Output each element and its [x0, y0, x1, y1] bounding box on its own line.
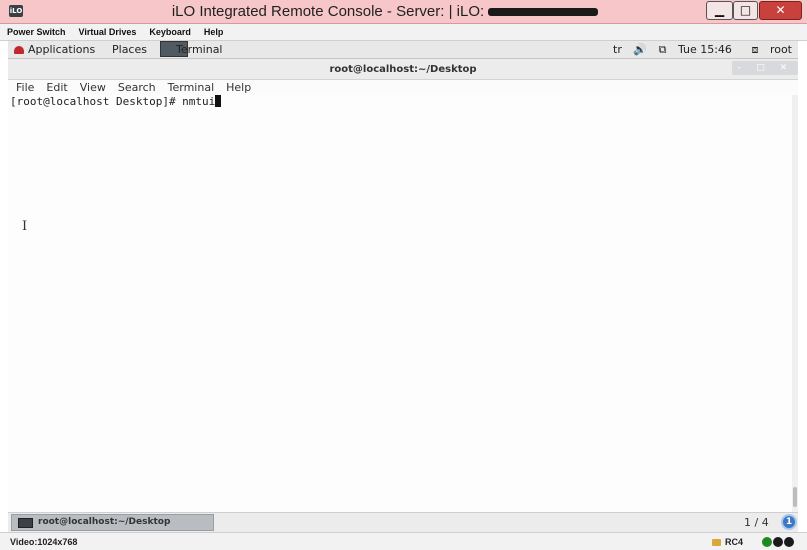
terminal-command-text: [root@localhost Desktop]# nmtui: [10, 95, 216, 108]
close-icon: ✕: [775, 3, 786, 17]
taskbar-window-item[interactable]: root@localhost:~/Desktop: [11, 514, 214, 531]
workspace-switcher[interactable]: 1 / 4: [744, 516, 769, 529]
gnome-bottom-panel: root@localhost:~/Desktop 1 / 4 1: [8, 512, 798, 532]
input-method-indicator[interactable]: tr: [613, 43, 622, 56]
terminal-menubar: File Edit View Search Terminal Help: [8, 80, 798, 95]
terminal-title: root@localhost:~/Desktop: [329, 64, 477, 75]
menu-help[interactable]: Help: [197, 24, 230, 37]
maximize-button[interactable]: □: [733, 1, 758, 20]
terminal-scrollbar[interactable]: [792, 95, 798, 512]
encryption-label: RC4: [725, 537, 744, 547]
places-menu[interactable]: Places: [112, 43, 147, 56]
terminal-menu-file[interactable]: File: [8, 80, 38, 94]
menu-keyboard[interactable]: Keyboard: [142, 24, 197, 37]
ilo-menubar: Power Switch Virtual Drives Keyboard Hel…: [0, 24, 807, 41]
maximize-icon: □: [739, 3, 752, 17]
video-resolution: Video:1024x768: [10, 537, 78, 547]
network-icon[interactable]: ⧉: [659, 43, 667, 56]
ilo-status-bar: Video:1024x768 RC4: [0, 532, 807, 550]
terminal-launcher-label: Terminal: [176, 43, 223, 56]
terminal-menu-search[interactable]: Search: [110, 80, 160, 94]
status-dot-icon: [762, 537, 772, 547]
ibeam-cursor-icon: I: [22, 219, 28, 234]
lock-icon: [712, 539, 721, 546]
notification-badge-icon[interactable]: 1: [781, 514, 797, 530]
taskbar-window-label: root@localhost:~/Desktop: [38, 517, 171, 527]
taskbar-terminal-launcher[interactable]: Terminal: [160, 41, 223, 59]
terminal-menu-help[interactable]: Help: [218, 80, 255, 94]
terminal-menu-terminal[interactable]: Terminal: [160, 80, 219, 94]
status-dot-icon: [784, 537, 794, 547]
encryption-status: RC4: [712, 537, 743, 547]
menu-power-switch[interactable]: Power Switch: [0, 24, 72, 37]
terminal-titlebar[interactable]: root@localhost:~/Desktop – □ ✕: [8, 59, 798, 80]
status-dot-icon: [773, 537, 783, 547]
terminal-output[interactable]: [root@localhost Desktop]# nmtui: [8, 95, 792, 512]
applications-menu[interactable]: Applications: [14, 43, 95, 56]
redacted-server-name: [488, 8, 599, 17]
scrollbar-thumb[interactable]: [793, 487, 797, 507]
user-name: root: [769, 43, 792, 56]
terminal-menu-edit[interactable]: Edit: [38, 80, 71, 94]
applications-label: Applications: [28, 43, 96, 56]
window-title-text: iLO Integrated Remote Console - Server: …: [171, 3, 485, 20]
window-titlebar[interactable]: iLO iLO Integrated Remote Console - Serv…: [0, 0, 807, 24]
redhat-icon: [14, 46, 24, 54]
text-cursor: [215, 95, 222, 107]
user-menu[interactable]: ⧈ root: [743, 43, 792, 56]
close-button[interactable]: ✕: [759, 1, 802, 20]
ilo-app-icon: iLO: [9, 5, 23, 17]
menu-virtual-drives[interactable]: Virtual Drives: [72, 24, 143, 37]
window-title: iLO Integrated Remote Console - Server: …: [150, 3, 620, 20]
minimize-icon: ▁: [714, 3, 725, 17]
terminal-prompt-line: [root@localhost Desktop]# nmtui: [10, 95, 222, 108]
gnome-top-panel: Applications Places Terminal tr 🔊 ⧉ Tue …: [8, 41, 798, 59]
status-indicators: [762, 537, 795, 550]
terminal-window-buttons[interactable]: – □ ✕: [732, 61, 798, 75]
terminal-menu-view[interactable]: View: [72, 80, 110, 94]
panel-status-area: tr 🔊 ⧉ Tue 15:46 ⧈ root: [605, 43, 792, 57]
terminal-task-icon: [18, 518, 33, 528]
user-icon: ⧈: [751, 43, 759, 56]
volume-icon[interactable]: 🔊: [633, 43, 647, 56]
minimize-button[interactable]: ▁: [706, 1, 733, 20]
clock[interactable]: Tue 15:46: [678, 43, 732, 56]
